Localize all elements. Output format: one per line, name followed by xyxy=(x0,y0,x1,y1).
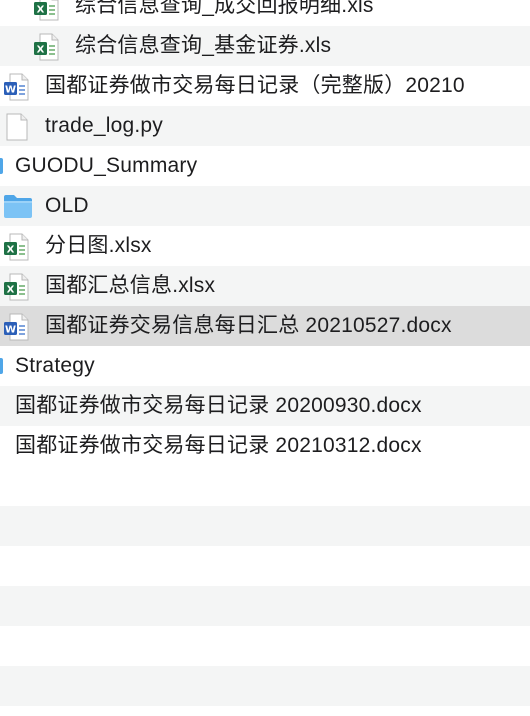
finder-file-list: X 综合信息查询_成交回报明细.xls X 综合信息查询_基金证券.xls W … xyxy=(0,0,530,716)
excel-file-icon: X xyxy=(3,273,29,301)
file-name: 国都证券做市交易每日记录（完整版）20210 xyxy=(45,74,465,97)
svg-text:X: X xyxy=(37,5,45,16)
file-name: 国都证券做市交易每日记录 20210312.docx xyxy=(15,434,422,457)
folder-icon xyxy=(0,158,3,174)
file-row[interactable]: X 国都汇总信息.xlsx xyxy=(0,266,530,306)
file-name: trade_log.py xyxy=(45,114,163,137)
folder-icon xyxy=(0,358,3,374)
folder-name: OLD xyxy=(45,194,89,217)
folder-icon xyxy=(3,193,32,221)
folder-row[interactable]: GUODU_Summary xyxy=(0,146,530,186)
file-row[interactable]: X 综合信息查询_成交回报明细.xls xyxy=(0,0,530,26)
empty-row xyxy=(0,666,530,706)
word-file-icon: W xyxy=(3,73,29,101)
file-name: 国都证券做市交易每日记录 20200930.docx xyxy=(15,394,422,417)
svg-text:W: W xyxy=(5,325,16,336)
file-row[interactable]: 国都证券做市交易每日记录 20200930.docx xyxy=(0,386,530,426)
file-name: 国都汇总信息.xlsx xyxy=(45,274,216,297)
file-row[interactable]: W 国都证券做市交易每日记录（完整版）20210 xyxy=(0,66,530,106)
file-row[interactable]: 国都证券做市交易每日记录 20210312.docx xyxy=(0,426,530,466)
folder-name: GUODU_Summary xyxy=(15,154,198,177)
file-name: 国都证券交易信息每日汇总 20210527.docx xyxy=(45,314,452,337)
excel-file-icon: X xyxy=(3,233,29,261)
word-file-icon: W xyxy=(3,313,29,341)
folder-name: Strategy xyxy=(15,354,95,377)
excel-file-icon: X xyxy=(33,0,59,21)
file-row-selected[interactable]: W 国都证券交易信息每日汇总 20210527.docx xyxy=(0,306,530,346)
file-row[interactable]: X 分日图.xlsx xyxy=(0,226,530,266)
file-name: 综合信息查询_基金证券.xls xyxy=(75,34,332,57)
svg-text:X: X xyxy=(37,45,45,56)
file-row[interactable]: X 综合信息查询_基金证券.xls xyxy=(0,26,530,66)
svg-text:W: W xyxy=(5,85,16,96)
empty-row xyxy=(0,506,530,546)
svg-text:X: X xyxy=(7,285,15,296)
empty-row xyxy=(0,586,530,626)
text-file-icon xyxy=(3,113,29,141)
folder-row[interactable]: Strategy xyxy=(0,346,530,386)
file-name: 综合信息查询_成交回报明细.xls xyxy=(75,0,374,17)
svg-text:X: X xyxy=(7,245,15,256)
file-name: 分日图.xlsx xyxy=(45,234,152,257)
excel-file-icon: X xyxy=(33,33,59,61)
folder-row[interactable]: OLD xyxy=(0,186,530,226)
file-row[interactable]: trade_log.py xyxy=(0,106,530,146)
